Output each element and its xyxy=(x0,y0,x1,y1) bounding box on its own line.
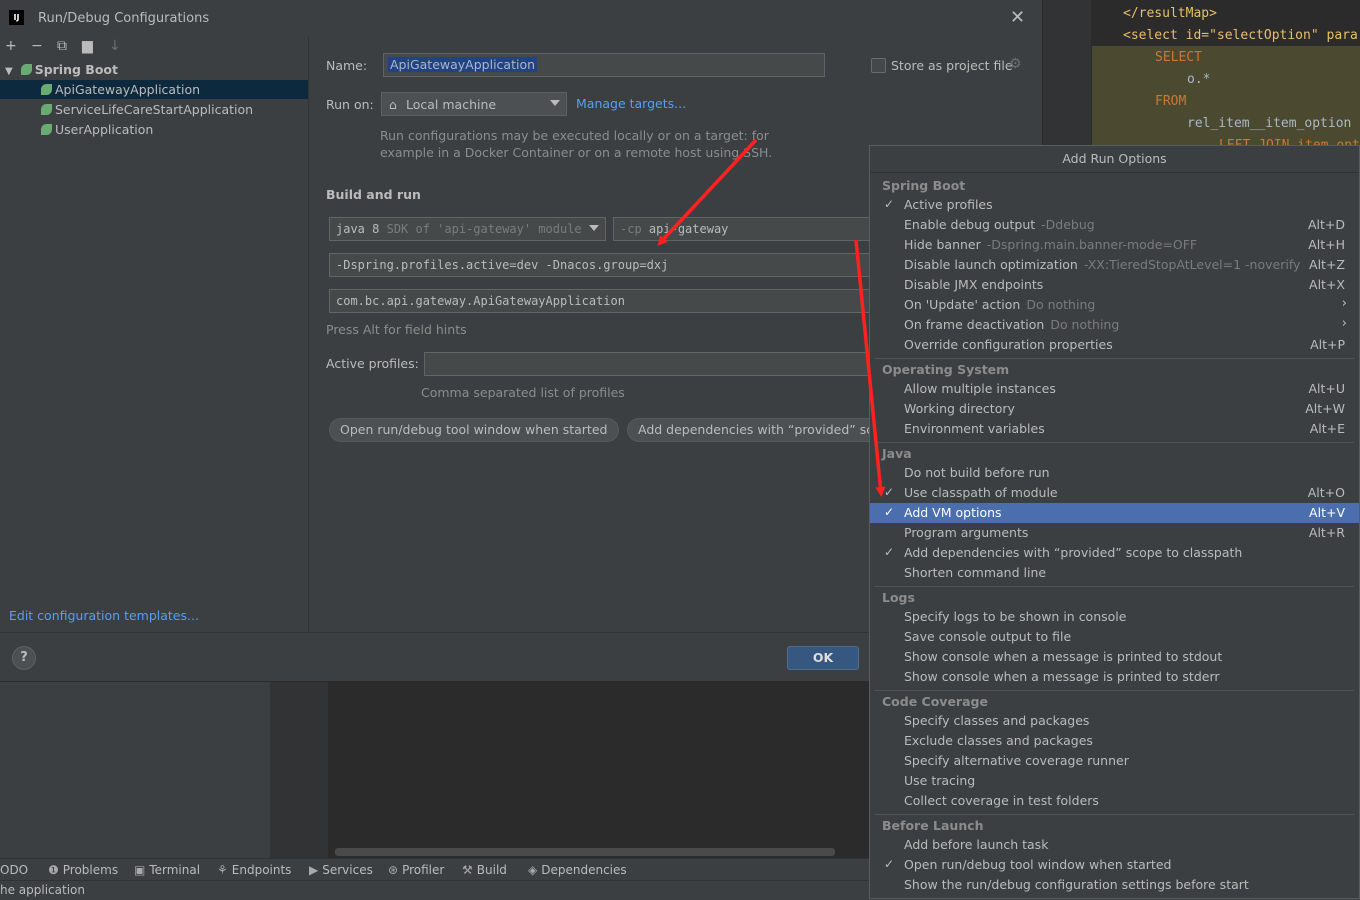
annotation-arrow xyxy=(854,239,886,497)
annotation-arrow xyxy=(657,138,758,246)
annotation-arrows xyxy=(657,138,886,497)
